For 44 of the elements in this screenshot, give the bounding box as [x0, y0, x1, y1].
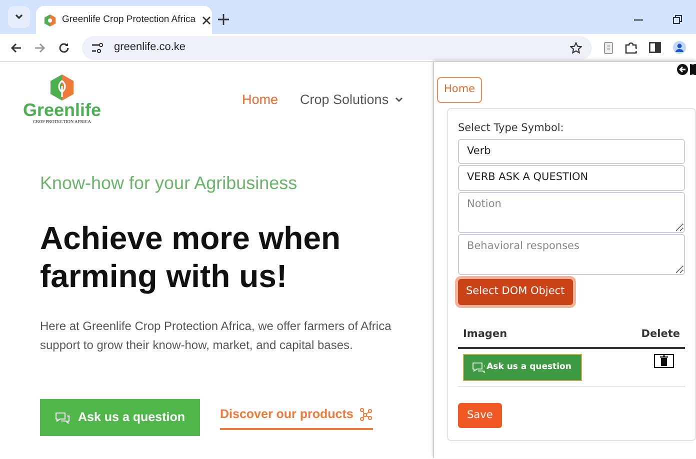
text-input-field[interactable]: VERB ASK A QUESTION — [458, 165, 685, 191]
text-input-field[interactable]: Verb — [458, 138, 685, 164]
close-icon[interactable] — [202, 16, 211, 24]
discover-products-link[interactable]: Discover our products — [220, 404, 374, 430]
home-button[interactable]: Home — [437, 77, 482, 103]
puzzle-icon[interactable] — [625, 42, 637, 54]
nav-link[interactable]: Crop Solutions — [300, 90, 403, 110]
tab-title: Greenlife Crop Protection Africa — [62, 12, 196, 27]
column-header: Delete — [617, 322, 685, 348]
preview-label: Ask us a question — [486, 362, 572, 372]
reload-icon[interactable] — [58, 42, 70, 54]
browser-tab[interactable]: Greenlife Crop Protection Africa — [36, 6, 212, 34]
field-label: Select Type Symbol: — [458, 120, 565, 136]
site-settings-icon[interactable] — [92, 42, 104, 52]
logo-wordmark: Greenlife — [22, 101, 102, 119]
column-header: Imagen — [458, 322, 618, 348]
save-button[interactable]: Save — [458, 402, 502, 428]
ask-question-button[interactable]: Ask us a question — [40, 398, 200, 436]
intro-paragraph: Here at Greenlife Crop Protection Africa, we offer farmers of Africa support to grow their know-how, market, and capital bases. — [40, 318, 392, 354]
side-panel-icon[interactable] — [649, 42, 661, 53]
chevron-down-icon — [394, 97, 403, 104]
chat-bubbles-icon — [472, 361, 485, 373]
restore-icon[interactable] — [673, 15, 682, 24]
url-text[interactable]: greenlife.co.ke — [114, 39, 186, 56]
hexagon-leaf-logo-icon — [50, 74, 74, 101]
chat-bubbles-icon — [55, 410, 70, 424]
tagline-heading: Know-how for your Agribusiness — [40, 172, 298, 195]
trash-icon[interactable] — [654, 354, 674, 368]
textarea-field[interactable]: Notion — [458, 192, 685, 233]
textarea-field[interactable]: Behavioral responses — [458, 234, 685, 275]
back-arrow-icon[interactable] — [10, 42, 22, 54]
molecule-icon — [359, 407, 374, 422]
hexagon-logo-icon — [44, 14, 56, 26]
profile-avatar-icon[interactable] — [673, 41, 686, 54]
nav-link[interactable]: Home — [242, 90, 278, 110]
hero-headline: Achieve more when farming with us! — [40, 218, 342, 295]
star-icon[interactable] — [570, 42, 582, 54]
back-circle-arrow-icon[interactable] — [677, 64, 688, 75]
plus-icon[interactable] — [218, 14, 229, 25]
extension-page-icon[interactable] — [604, 42, 613, 54]
forward-arrow-icon[interactable] — [34, 42, 46, 54]
chevron-down-icon — [14, 12, 24, 22]
select-dom-object-button[interactable]: Select DOM Object — [458, 279, 573, 305]
tab-search-button[interactable] — [8, 6, 30, 28]
